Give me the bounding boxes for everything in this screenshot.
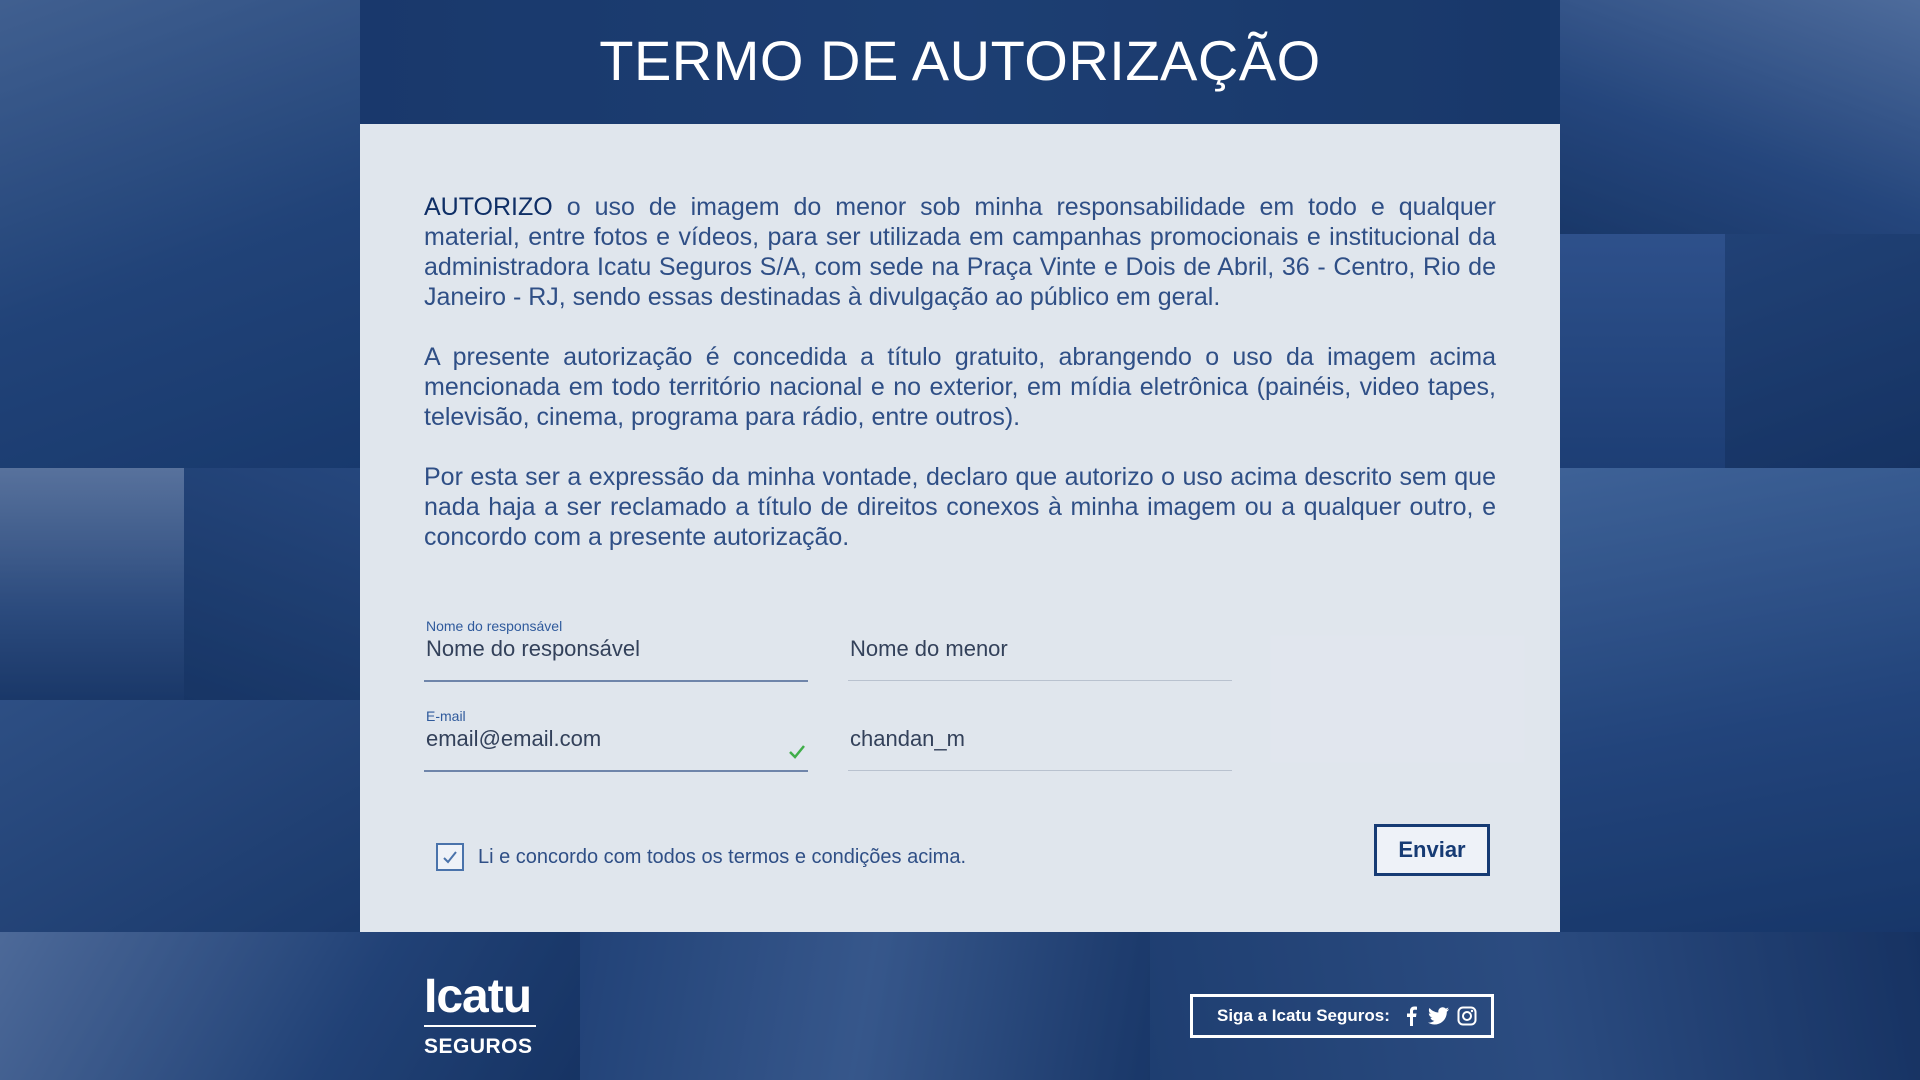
minor-name-input[interactable]: Nome do menor — [850, 636, 1008, 662]
icatu-logo: Icatu SEGUROS — [424, 970, 536, 1059]
social-label: Siga a Icatu Seguros: — [1217, 1006, 1390, 1025]
instagram-icon[interactable] — [1456, 1005, 1478, 1027]
extra-underline — [848, 770, 1232, 771]
logo-subtitle: SEGUROS — [424, 1035, 533, 1058]
responsible-name-input[interactable]: Nome do responsável — [426, 636, 640, 662]
terms-paragraph-1-text: o uso de imagem do menor sob minha respo… — [424, 193, 1496, 311]
page-title: TERMO DE AUTORIZAÇÃO — [599, 29, 1321, 92]
facebook-icon[interactable] — [1400, 1005, 1422, 1027]
agree-terms[interactable]: Li e concordo com todos os termos e cond… — [436, 843, 966, 871]
agree-label: Li e concordo com todos os termos e cond… — [478, 845, 967, 868]
terms-paragraph-3: Por esta ser a expressão da minha vontad… — [424, 463, 1496, 551]
social-follow-box: Siga a Icatu Seguros: — [1190, 994, 1494, 1038]
minor-name-field[interactable]: Nome do menor — [848, 618, 1232, 682]
terms-paragraph-1: AUTORIZO o uso de imagem do menor sob mi… — [424, 192, 1496, 312]
authorization-card: AUTORIZO o uso de imagem do menor sob mi… — [360, 124, 1560, 932]
email-underline — [424, 770, 808, 772]
logo-divider — [424, 1025, 536, 1027]
terms-lead-word: AUTORIZO — [424, 193, 553, 221]
responsible-name-underline — [424, 680, 808, 682]
responsible-name-label: Nome do responsável — [426, 618, 563, 634]
twitter-icon[interactable] — [1427, 1005, 1450, 1027]
extra-field[interactable]: chandan_m — [848, 708, 1232, 772]
email-label: E-mail — [426, 708, 466, 724]
extra-input[interactable]: chandan_m — [850, 726, 965, 752]
responsible-name-field[interactable]: Nome do responsável Nome do responsável — [424, 618, 808, 682]
agree-checkbox[interactable] — [436, 843, 464, 871]
email-input[interactable]: email@email.com — [426, 726, 601, 752]
submit-button[interactable]: Enviar — [1374, 824, 1490, 876]
terms-text: AUTORIZO o uso de imagem do menor sob mi… — [424, 192, 1496, 582]
minor-name-underline — [848, 680, 1232, 681]
email-field[interactable]: E-mail email@email.com — [424, 708, 808, 772]
terms-paragraph-2: A presente autorização é concedida a tít… — [424, 343, 1496, 431]
logo-wordmark: Icatu — [424, 970, 532, 1023]
checkmark-icon — [443, 851, 457, 864]
valid-check-icon — [789, 745, 805, 759]
